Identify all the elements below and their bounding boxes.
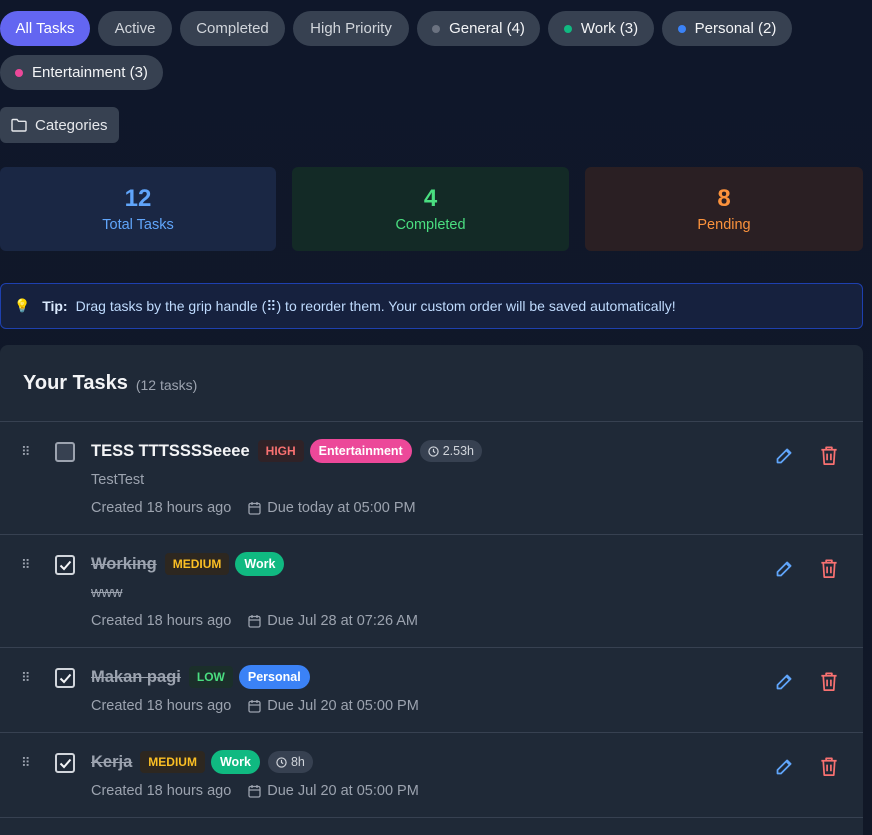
- grip-handle-icon[interactable]: ⠿: [21, 671, 32, 684]
- filter-label: Work (3): [580, 20, 639, 37]
- checkmark-icon: [59, 673, 71, 683]
- trash-icon[interactable]: [819, 445, 839, 466]
- task-title: Working: [91, 554, 157, 573]
- task-count: (12 tasks): [135, 376, 198, 393]
- time-estimate-badge: 2.53h: [419, 440, 482, 462]
- task-checkbox[interactable]: [55, 442, 75, 462]
- trash-icon[interactable]: [819, 756, 839, 777]
- task-checkbox[interactable]: [55, 753, 75, 773]
- filter-high-priority[interactable]: High Priority: [293, 11, 409, 46]
- category-badge: Work: [210, 750, 260, 774]
- stat-pending: 8 Pending: [585, 167, 863, 251]
- category-badge: Personal: [238, 665, 310, 689]
- time-estimate: 8h: [290, 755, 305, 769]
- general-color-dot: [432, 24, 441, 33]
- task-due-text: Due today at 05:00 PM: [267, 500, 416, 516]
- folder-icon: [11, 118, 27, 132]
- priority-badge: LOW: [188, 666, 233, 688]
- filter-label: High Priority: [310, 20, 392, 37]
- task-created: Created 18 hours ago: [91, 783, 232, 799]
- filter-category-personal[interactable]: Personal (2): [662, 11, 792, 46]
- stat-value: 4: [423, 185, 438, 212]
- task-description: TestTest: [91, 472, 145, 488]
- filter-label: Entertainment (3): [32, 64, 148, 81]
- task-due: Due Jul 28 at 07:26 AM: [248, 613, 418, 629]
- clock-icon: [276, 756, 287, 768]
- filter-label: Personal (2): [694, 20, 777, 37]
- edit-icon[interactable]: [774, 671, 795, 692]
- task-checkbox[interactable]: [55, 668, 75, 688]
- stat-total-tasks: 12 Total Tasks: [0, 167, 276, 251]
- grip-handle-icon[interactable]: ⠿: [21, 756, 32, 769]
- task-due: Due today at 05:00 PM: [248, 500, 416, 516]
- checkmark-icon: [59, 758, 71, 768]
- grip-handle-icon[interactable]: ⠿: [21, 445, 32, 458]
- stat-label: Pending: [697, 217, 751, 233]
- calendar-icon: [248, 502, 261, 515]
- clock-icon: [428, 445, 439, 457]
- edit-icon[interactable]: [774, 558, 795, 579]
- calendar-icon: [248, 615, 261, 628]
- priority-badge: MEDIUM: [164, 553, 230, 575]
- edit-icon[interactable]: [774, 445, 795, 466]
- filter-category-work[interactable]: Work (3): [548, 11, 654, 46]
- task-title: Kerja: [91, 752, 133, 771]
- filter-active[interactable]: Active: [98, 11, 172, 46]
- filter-label: Active: [114, 20, 156, 37]
- task-title: Makan pagi: [91, 667, 181, 686]
- task-row[interactable]: ⠿ Working MEDIUM Work www Created 18 hou…: [0, 535, 863, 648]
- time-estimate: 2.53h: [442, 444, 474, 458]
- category-badge: Work: [235, 552, 285, 576]
- time-estimate-badge: 8h: [267, 751, 313, 773]
- filter-completed[interactable]: Completed: [180, 11, 285, 46]
- filter-category-general[interactable]: General (4): [417, 11, 540, 46]
- tasks-panel-header: Your Tasks (12 tasks): [0, 345, 863, 422]
- task-created: Created 18 hours ago: [91, 613, 232, 629]
- trash-icon[interactable]: [819, 671, 839, 692]
- calendar-icon: [248, 700, 261, 713]
- task-created: Created 18 hours ago: [91, 500, 232, 516]
- panel-title: Your Tasks: [23, 371, 128, 394]
- priority-badge: HIGH: [257, 440, 304, 462]
- task-row[interactable]: ⠿ Kerja MEDIUM Work 8h Created 18 hours …: [0, 733, 863, 818]
- tip-text: Drag tasks by the grip handle (⠿) to reo…: [75, 297, 676, 314]
- task-description: www: [91, 585, 123, 601]
- task-due-text: Due Jul 20 at 05:00 PM: [267, 783, 419, 799]
- priority-badge: MEDIUM: [140, 751, 205, 773]
- task-checkbox[interactable]: [55, 555, 75, 575]
- filter-label: General (4): [449, 20, 525, 37]
- stat-value: 8: [717, 185, 731, 212]
- task-due-text: Due Jul 28 at 07:26 AM: [267, 613, 419, 629]
- task-due-text: Due Jul 20 at 05:00 PM: [267, 698, 419, 714]
- stat-label: Completed: [395, 217, 466, 233]
- filter-label: Completed: [196, 20, 269, 37]
- categories-button-label: Categories: [35, 116, 108, 134]
- edit-icon[interactable]: [774, 756, 795, 777]
- lightbulb-icon: 💡: [14, 298, 31, 313]
- personal-color-dot: [677, 24, 686, 33]
- checkmark-icon: [59, 560, 71, 570]
- tip-banner: 💡 Tip: Drag tasks by the grip handle (⠿)…: [0, 283, 863, 329]
- filter-label: All Tasks: [15, 20, 75, 37]
- filter-all-tasks[interactable]: All Tasks: [0, 11, 90, 46]
- task-row[interactable]: ⠿ Makan pagi LOW Personal Created 18 hou…: [0, 648, 863, 733]
- stat-completed: 4 Completed: [292, 167, 569, 251]
- grip-handle-icon[interactable]: ⠿: [21, 558, 32, 571]
- task-title: TESS TTTSSSSeeee: [91, 441, 250, 460]
- task-due: Due Jul 20 at 05:00 PM: [248, 783, 419, 799]
- entertainment-color-dot: [15, 68, 24, 77]
- work-color-dot: [563, 24, 572, 33]
- stat-value: 12: [124, 185, 152, 212]
- calendar-icon: [248, 785, 261, 798]
- stat-label: Total Tasks: [102, 217, 174, 233]
- task-due: Due Jul 20 at 05:00 PM: [248, 698, 419, 714]
- tasks-panel: Your Tasks (12 tasks) ⠿ TESS TTTSSSSeeee…: [0, 345, 863, 835]
- task-row[interactable]: ⠿ TESS TTTSSSSeeee HIGH Entertainment 2.…: [0, 422, 863, 535]
- tip-label: Tip:: [42, 298, 68, 314]
- categories-button[interactable]: Categories: [0, 107, 119, 143]
- trash-icon[interactable]: [819, 558, 839, 579]
- category-badge: Entertainment: [309, 439, 412, 463]
- filter-category-entertainment[interactable]: Entertainment (3): [0, 55, 163, 90]
- task-created: Created 18 hours ago: [91, 698, 232, 714]
